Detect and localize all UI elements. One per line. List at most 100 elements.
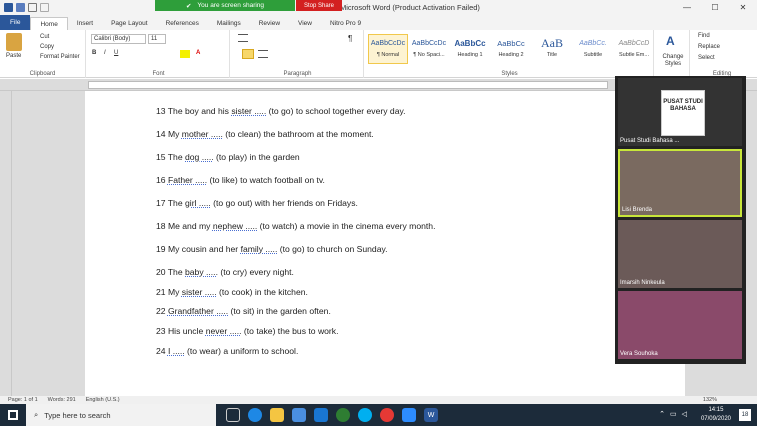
- tab-home[interactable]: Home: [30, 17, 68, 30]
- word-taskbar-icon[interactable]: W: [424, 408, 438, 422]
- tab-page-layout[interactable]: Page Layout: [102, 17, 157, 30]
- network-icon[interactable]: ▭: [670, 410, 677, 418]
- blank-subject: Grandfather .....: [167, 306, 229, 316]
- style-preview: AaB: [541, 36, 563, 50]
- style-preview: AaBbCc: [497, 39, 525, 48]
- paste-button[interactable]: Paste: [6, 53, 21, 59]
- zoom-level[interactable]: 132%: [703, 397, 717, 403]
- undo-icon[interactable]: [28, 3, 37, 12]
- volume-icon[interactable]: ◁: [682, 410, 687, 418]
- line-prefix: The: [167, 267, 185, 277]
- bullets-icon[interactable]: [238, 34, 248, 42]
- style-title[interactable]: AaB Title: [532, 34, 572, 64]
- minimize-button[interactable]: —: [673, 0, 701, 15]
- file-explorer-icon[interactable]: [270, 408, 284, 422]
- exercise-line[interactable]: 20 The baby ..... (to cry) every night.: [156, 267, 294, 277]
- line-suffix: (to wear) a uniform to school.: [184, 346, 299, 356]
- skype-icon[interactable]: [358, 408, 372, 422]
- maximize-button[interactable]: ☐: [701, 0, 729, 15]
- participant-tile[interactable]: Vera Souhoka: [618, 291, 742, 359]
- participant-tile[interactable]: Imarsih Ninkeula: [618, 220, 742, 288]
- participant-tile-active[interactable]: Lisi Brenda: [618, 149, 742, 217]
- align-left-icon[interactable]: [242, 49, 254, 59]
- windows-start-icon[interactable]: [8, 410, 18, 420]
- bold-icon[interactable]: B: [92, 50, 96, 56]
- exercise-line[interactable]: 24 I ..... (to wear) a uniform to school…: [156, 346, 298, 356]
- exercise-line[interactable]: 16 Father ..... (to like) to watch footb…: [156, 175, 325, 185]
- font-size-select[interactable]: 11: [148, 34, 166, 44]
- font-color-icon[interactable]: A: [196, 50, 200, 56]
- tab-insert[interactable]: Insert: [68, 17, 102, 30]
- task-view-icon[interactable]: [226, 408, 240, 422]
- tab-mailings[interactable]: Mailings: [208, 17, 250, 30]
- tab-view[interactable]: View: [289, 17, 321, 30]
- style-normal[interactable]: AaBbCcDc ¶ Normal: [368, 34, 408, 64]
- line-prefix: The: [167, 152, 185, 162]
- exercise-line[interactable]: 14 My mother ..... (to clean) the bathro…: [156, 129, 374, 139]
- font-family-select[interactable]: Calibri (Body): [91, 34, 146, 44]
- blank-subject: girl .....: [185, 198, 211, 208]
- exercise-line[interactable]: 18 Me and my nephew ..... (to watch) a m…: [156, 221, 435, 231]
- store-icon[interactable]: [292, 408, 306, 422]
- tab-file[interactable]: File: [0, 15, 31, 30]
- find-button[interactable]: Find: [698, 33, 710, 39]
- change-styles-button[interactable]: Change Styles: [658, 54, 688, 68]
- cut-button[interactable]: Cut: [40, 34, 49, 40]
- stop-share-button[interactable]: Stop Share: [296, 0, 342, 11]
- word-count[interactable]: Words: 291: [48, 397, 76, 403]
- style-no-spacing[interactable]: AaBbCcDc ¶ No Spaci...: [409, 34, 449, 64]
- tab-references[interactable]: References: [157, 17, 208, 30]
- tab-nitro[interactable]: Nitro Pro 9: [321, 17, 370, 30]
- exercise-line[interactable]: 19 My cousin and her family ..... (to go…: [156, 244, 388, 254]
- style-subtle-emphasis[interactable]: AaBbCcD Subtle Em...: [614, 34, 654, 64]
- format-painter-button[interactable]: Format Painter: [40, 54, 80, 60]
- line-number: 14: [156, 129, 166, 139]
- tab-review[interactable]: Review: [250, 17, 289, 30]
- vertical-ruler[interactable]: [0, 91, 12, 396]
- chrome-icon[interactable]: [380, 408, 394, 422]
- chevron-up-icon[interactable]: ⌃: [659, 410, 665, 418]
- exercise-line[interactable]: 15 The dog ..... (to play) in the garden: [156, 152, 300, 162]
- participant-name: Vera Souhoka: [620, 351, 658, 357]
- replace-button[interactable]: Replace: [698, 44, 720, 50]
- notification-badge[interactable]: 18: [739, 409, 751, 421]
- paste-icon[interactable]: [6, 33, 22, 51]
- underline-icon[interactable]: U: [114, 50, 118, 56]
- style-heading-1[interactable]: AaBbCc Heading 1: [450, 34, 490, 64]
- line-number: 13: [156, 106, 166, 116]
- page-count[interactable]: Page: 1 of 1: [8, 397, 38, 403]
- exercise-line[interactable]: 17 The girl ..... (to go out) with her f…: [156, 198, 358, 208]
- pilcrow-icon[interactable]: ¶: [348, 34, 352, 43]
- redo-icon[interactable]: [40, 3, 49, 12]
- system-clock[interactable]: 14:15 07/09/2020: [701, 406, 731, 424]
- language-indicator[interactable]: English (U.S.): [86, 397, 120, 403]
- chrome-alt-icon[interactable]: [336, 408, 350, 422]
- align-center-icon[interactable]: [258, 50, 268, 58]
- exercise-line[interactable]: 22 Grandfather ..... (to sit) in the gar…: [156, 306, 331, 316]
- edge-icon[interactable]: [248, 408, 262, 422]
- taskbar-search[interactable]: ⌕ Type here to search: [26, 404, 216, 426]
- mail-icon[interactable]: [314, 408, 328, 422]
- blank-subject: never .....: [205, 326, 242, 336]
- line-suffix: (to cry) every night.: [217, 267, 294, 277]
- close-button[interactable]: ✕: [729, 0, 757, 15]
- select-button[interactable]: Select: [698, 55, 715, 61]
- style-heading-2[interactable]: AaBbCc Heading 2: [491, 34, 531, 64]
- highlight-icon[interactable]: [180, 50, 190, 58]
- style-subtitle[interactable]: AaBbCc. Subtitle: [573, 34, 613, 64]
- style-name: Heading 2: [498, 52, 524, 58]
- save-icon[interactable]: [16, 3, 25, 12]
- organization-logo: PUSAT STUDI BAHASA: [661, 90, 705, 136]
- participant-name: Pusat Studi Bahasa ...: [620, 138, 680, 144]
- exercise-line[interactable]: 23 His uncle never ..... (to take) the b…: [156, 326, 338, 336]
- line-prefix: His uncle: [167, 326, 206, 336]
- zoom-icon[interactable]: [402, 408, 416, 422]
- copy-button[interactable]: Copy: [40, 44, 54, 50]
- change-styles-icon[interactable]: A: [666, 34, 675, 48]
- style-name: Heading 1: [457, 52, 483, 58]
- exercise-line[interactable]: 13 The boy and his sister ..... (to go) …: [156, 106, 406, 116]
- exercise-line[interactable]: 21 My sister ..... (to cook) in the kitc…: [156, 287, 308, 297]
- participant-tile[interactable]: PUSAT STUDI BAHASA Pusat Studi Bahasa ..…: [618, 78, 742, 146]
- line-number: 22: [156, 306, 166, 316]
- italic-icon[interactable]: I: [104, 50, 106, 56]
